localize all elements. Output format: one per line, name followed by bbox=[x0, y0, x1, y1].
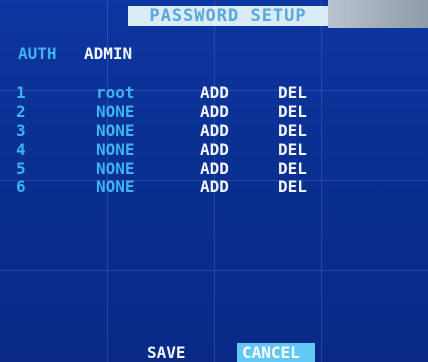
add-user-button[interactable]: ADD bbox=[200, 141, 229, 159]
user-row: 3 NONE ADD DEL bbox=[0, 121, 428, 140]
user-name: NONE bbox=[96, 121, 135, 140]
cancel-button[interactable]: CANCEL bbox=[242, 344, 300, 362]
user-index: 4 bbox=[16, 140, 26, 159]
user-name: NONE bbox=[96, 177, 135, 196]
title-bar: PASSWORD SETUP bbox=[128, 6, 328, 26]
user-index: 3 bbox=[16, 121, 26, 140]
user-name: root bbox=[96, 83, 135, 102]
auth-level-selector[interactable]: ADMIN bbox=[84, 45, 132, 63]
user-row: 4 NONE ADD DEL bbox=[0, 140, 428, 159]
user-index: 1 bbox=[16, 83, 26, 102]
delete-user-button[interactable]: DEL bbox=[278, 84, 307, 102]
auth-label: AUTH bbox=[18, 44, 57, 63]
password-setup-screen: PASSWORD SETUP AUTH ADMIN 1 root ADD DEL… bbox=[0, 0, 428, 362]
user-name: NONE bbox=[96, 159, 135, 178]
delete-user-button[interactable]: DEL bbox=[278, 160, 307, 178]
page-title: PASSWORD SETUP bbox=[149, 6, 307, 26]
delete-user-button[interactable]: DEL bbox=[278, 141, 307, 159]
add-user-button[interactable]: ADD bbox=[200, 122, 229, 140]
add-user-button[interactable]: ADD bbox=[200, 103, 229, 121]
add-user-button[interactable]: ADD bbox=[200, 178, 229, 196]
delete-user-button[interactable]: DEL bbox=[278, 178, 307, 196]
user-name: NONE bbox=[96, 102, 135, 121]
user-name: NONE bbox=[96, 140, 135, 159]
background-photo-area bbox=[328, 0, 428, 28]
user-row: 1 root ADD DEL bbox=[0, 83, 428, 102]
grid-line bbox=[0, 270, 428, 271]
add-user-button[interactable]: ADD bbox=[200, 160, 229, 178]
user-row: 2 NONE ADD DEL bbox=[0, 102, 428, 121]
user-row: 6 NONE ADD DEL bbox=[0, 177, 428, 196]
user-index: 6 bbox=[16, 177, 26, 196]
user-index: 5 bbox=[16, 159, 26, 178]
delete-user-button[interactable]: DEL bbox=[278, 103, 307, 121]
delete-user-button[interactable]: DEL bbox=[278, 122, 307, 140]
save-button[interactable]: SAVE bbox=[147, 344, 186, 362]
add-user-button[interactable]: ADD bbox=[200, 84, 229, 102]
user-row: 5 NONE ADD DEL bbox=[0, 159, 428, 178]
user-index: 2 bbox=[16, 102, 26, 121]
